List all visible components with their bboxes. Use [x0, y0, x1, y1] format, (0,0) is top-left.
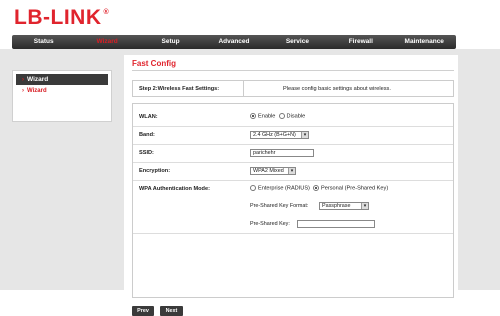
wlan-enable-radio[interactable] — [250, 113, 256, 119]
brand-logo: LB-LINK ® — [14, 6, 109, 30]
ssid-value: parichehr — [253, 150, 276, 156]
wlan-label: WLAN: — [139, 114, 158, 120]
chevron-right-icon: › — [22, 77, 24, 83]
wlan-disable-radio[interactable] — [278, 113, 285, 119]
psk-input[interactable] — [297, 220, 375, 228]
brand-logo-text: LB-LINK — [14, 6, 102, 29]
sidebar-header-label: Wizard — [27, 76, 49, 83]
encryption-label: Encryption: — [139, 168, 171, 174]
step-description: Please config basic settings about wirel… — [283, 86, 391, 92]
chevron-down-icon: ▾ — [288, 168, 295, 174]
wpa-personal-label: Personal (Pre-Shared Key) — [321, 185, 389, 192]
sidebar: › Wizard › Wizard — [12, 70, 112, 122]
step-box: Step 2:Wireless Fast Settings: Please co… — [132, 80, 454, 97]
prev-button[interactable]: Prev — [132, 306, 154, 316]
sidebar-item-label: Wizard — [27, 88, 47, 94]
sidebar-header[interactable]: › Wizard — [16, 74, 108, 85]
band-label: Band: — [139, 132, 155, 138]
row-divider — [133, 144, 453, 145]
wpa-enterprise-radio[interactable] — [250, 185, 256, 191]
row-divider — [133, 233, 453, 234]
encryption-select[interactable]: WPA2 Mixed ▾ — [250, 167, 296, 175]
psk-format-select[interactable]: Passphrase ▾ — [319, 202, 369, 210]
main-panel: Fast Config Step 2:Wireless Fast Setting… — [124, 55, 458, 316]
wlan-enable-label: Enable — [258, 113, 276, 120]
wlan-disable-label: Disable — [286, 113, 306, 120]
wpa-auth-label: WPA Authentication Mode: — [139, 186, 210, 192]
main-nav: Status Wizard Setup Advanced Service Fir… — [12, 35, 456, 49]
ssid-input[interactable]: parichehr — [250, 149, 314, 157]
title-divider — [132, 70, 454, 71]
step-label: Step 2:Wireless Fast Settings: — [139, 86, 220, 92]
wpa-personal-radio[interactable] — [313, 185, 320, 191]
row-divider — [133, 180, 453, 181]
nav-wizard[interactable]: Wizard — [75, 35, 138, 49]
nav-firewall[interactable]: Firewall — [329, 35, 392, 49]
psk-format-value: Passphrase — [322, 203, 351, 209]
band-value: 2.4 GHz (B+G+N) — [253, 132, 296, 138]
nav-maintenance[interactable]: Maintenance — [393, 35, 456, 49]
band-select[interactable]: 2.4 GHz (B+G+N) ▾ — [250, 131, 309, 139]
reg-mark: ® — [103, 9, 110, 16]
chevron-down-icon: ▾ — [361, 203, 368, 209]
wpa-enterprise-label: Enterprise (RADIUS) — [258, 185, 310, 192]
nav-status[interactable]: Status — [12, 35, 75, 49]
next-button[interactable]: Next — [160, 306, 183, 316]
ssid-label: SSID: — [139, 150, 154, 156]
psk-format-label: Pre-Shared Key Format: — [250, 203, 309, 209]
nav-advanced[interactable]: Advanced — [202, 35, 265, 49]
page-title: Fast Config — [132, 59, 176, 68]
sidebar-item-wizard[interactable]: › Wizard — [22, 88, 108, 94]
chevron-down-icon: ▾ — [301, 132, 308, 138]
psk-label: Pre-Shared Key: — [250, 221, 290, 227]
wpa-auth-options: Enterprise (RADIUS) Personal (Pre-Shared… — [250, 185, 388, 191]
divider — [243, 81, 244, 96]
nav-setup[interactable]: Setup — [139, 35, 202, 49]
row-divider — [133, 126, 453, 127]
settings-form: WLAN: Enable Disable Band: 2.4 GHz (B+G+… — [132, 103, 454, 298]
nav-service[interactable]: Service — [266, 35, 329, 49]
encryption-value: WPA2 Mixed — [253, 168, 284, 174]
row-divider — [133, 162, 453, 163]
chevron-right-icon: › — [22, 88, 24, 94]
wlan-options: Enable Disable — [250, 113, 305, 119]
